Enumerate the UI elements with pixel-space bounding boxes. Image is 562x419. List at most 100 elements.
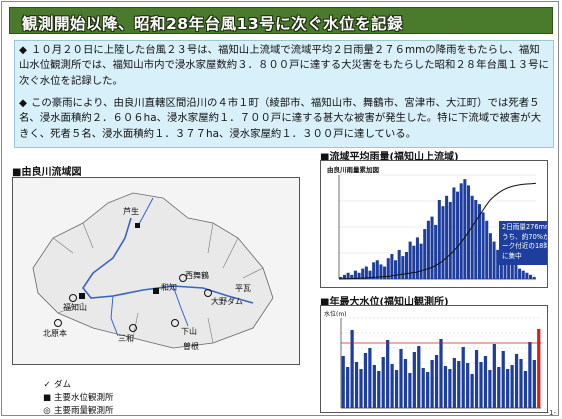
level-bar — [510, 365, 514, 408]
level-bar — [452, 358, 456, 408]
level-bar — [426, 372, 430, 408]
level-bar — [474, 350, 479, 408]
rain-bar — [532, 276, 536, 279]
page-title: 観測開始以降、昭和28年台風13号に次ぐ水位を記録 — [22, 15, 404, 33]
water-station-marker-3 — [153, 288, 159, 294]
level-bar — [394, 370, 399, 408]
rain-bar — [463, 179, 467, 279]
map-label-nishifukuchi: 西舞鶴 — [185, 271, 209, 280]
rain-bar — [441, 206, 445, 279]
level-bar — [537, 329, 541, 408]
double-circle-icon: ◎ — [43, 406, 51, 416]
map-label-wachi: 和知 — [161, 283, 177, 292]
intro-text-2: この豪雨により、由良川直轄区間沿川の４市１町（綾部市、福知山市、舞鶴市、宮津市、… — [19, 97, 542, 140]
level-bar — [497, 367, 501, 408]
level-bar — [399, 349, 403, 408]
rain-bar — [361, 268, 365, 279]
level-bar — [359, 369, 363, 408]
rain-bar — [492, 241, 496, 279]
map-label-yasu: 曽根 — [183, 342, 199, 351]
level-bar — [470, 374, 474, 408]
rain-bar — [514, 264, 518, 279]
level-bar — [381, 357, 385, 408]
rain-bar — [412, 245, 416, 279]
level-bar — [532, 360, 536, 408]
level-bar — [368, 348, 372, 408]
bullet-icon: ◆ — [19, 44, 27, 56]
title-bar: 観測開始以降、昭和28年台風13号に次ぐ水位を記録 — [9, 7, 553, 34]
level-bar — [363, 353, 368, 408]
rain-bar — [394, 260, 398, 279]
level-bar — [461, 347, 465, 408]
rain-bar — [445, 195, 449, 279]
rain-bar — [452, 187, 456, 279]
map-label-ooe: 大野ダム — [211, 297, 243, 306]
basin-outline — [32, 192, 274, 349]
dam-icon: ✓ — [43, 380, 51, 390]
level-bar — [523, 371, 528, 408]
intro-box: ◆ １０月２０日に上陸した台風２３号は、福知山上流域で流域平均２日雨量２７６mmの… — [14, 40, 554, 148]
level-bar — [412, 352, 416, 408]
level-bar — [443, 366, 448, 408]
basin-map: 芦生 和知 福知山 北原本 三和 西舞鶴 大野ダム 平瓦 下山 曽根 — [12, 177, 300, 365]
map-label-shimoyama: 下山 — [181, 327, 197, 336]
level-bar — [448, 369, 452, 408]
level-bar — [466, 363, 470, 408]
level-bar — [421, 368, 425, 408]
level-bar — [434, 355, 439, 408]
rain-chart: 由良川雨量累加図 2日雨量276mmのうち、約70%がピーク付近の18時間に集中 — [320, 160, 548, 288]
legend-water-station: ■ 主要水位観測所 — [40, 391, 114, 403]
rain-bar — [372, 262, 376, 279]
rain-bar — [404, 251, 409, 279]
rain-bar — [521, 270, 525, 279]
rain-note: 2日雨量276mmのうち、約70%がピーク付近の18時間に集中 — [499, 221, 547, 265]
level-bar — [430, 360, 434, 408]
map-heading: ■由良川流域図 — [12, 167, 82, 178]
rain-bar — [525, 272, 529, 279]
level-bar — [341, 356, 345, 408]
rain-bar — [518, 268, 522, 279]
legend-dam: ✓ ダム — [40, 378, 71, 390]
rain-bar — [459, 183, 463, 279]
rain-bar — [481, 212, 485, 279]
level-bar — [519, 359, 523, 408]
rain-bar — [419, 243, 423, 279]
water-station-marker-2 — [79, 293, 85, 299]
rain-bar — [346, 272, 350, 279]
level-bar — [377, 371, 381, 408]
rain-bar — [426, 220, 430, 279]
level-bar — [372, 365, 376, 408]
level-bar — [417, 346, 421, 408]
level-bar — [501, 351, 505, 408]
rain-bar — [437, 199, 441, 279]
level-bar — [514, 354, 519, 408]
level-bar — [439, 339, 443, 408]
rain-bar — [415, 237, 419, 279]
level-bar — [506, 369, 510, 408]
rain-bar — [488, 233, 492, 279]
bullet-icon: ◆ — [19, 97, 27, 109]
level-chart-svg — [340, 317, 541, 409]
level-bar — [488, 370, 492, 408]
rain-bar — [423, 229, 427, 279]
rain-bar — [448, 202, 452, 279]
rain-bar — [430, 216, 434, 279]
rain-bar — [434, 224, 438, 279]
rain-bar — [401, 256, 405, 279]
level-bar — [346, 367, 350, 408]
map-label-ashiu: 芦生 — [123, 207, 139, 216]
map-label-hirano: 平瓦 — [235, 284, 251, 293]
water-station-marker-1 — [135, 223, 140, 228]
rain-bar — [364, 266, 368, 279]
intro-paragraph-2: ◆ この豪雨により、由良川直轄区間沿川の４市１町（綾部市、福知山市、舞鶴市、宮津市… — [19, 96, 549, 142]
level-bar — [457, 361, 461, 408]
rain-bar — [456, 191, 460, 279]
rain-bar — [529, 274, 533, 279]
level-bar — [408, 373, 412, 408]
level-bar — [492, 344, 496, 408]
rain-bar — [375, 260, 379, 279]
map-label-kitakinki: 北原本 — [43, 329, 67, 338]
intro-paragraph-1: ◆ １０月２０日に上陸した台風２３号は、福知山上流域で流域平均２日雨量２７６mmの… — [19, 43, 549, 89]
map-label-fukuchiyama: 福知山 — [63, 303, 87, 312]
legend-rain-station: ◎ 主要雨量観測所 — [40, 404, 113, 416]
